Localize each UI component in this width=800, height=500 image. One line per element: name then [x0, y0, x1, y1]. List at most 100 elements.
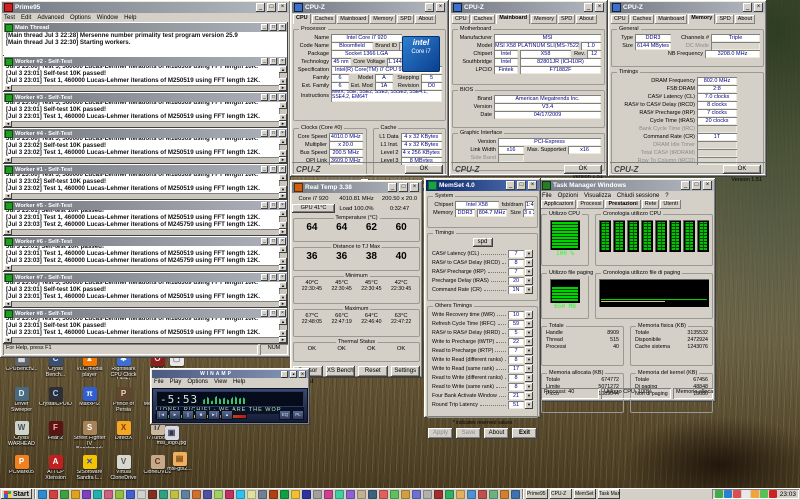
desktop-icon-crysis-warhead[interactable]: WCrysis WARHEAD: [5, 421, 38, 447]
chevron-down-icon[interactable]: ▼: [525, 268, 533, 276]
quicklaunch-icon[interactable]: [214, 490, 223, 499]
vertical-scrollbar[interactable]: ▲▼: [279, 138, 287, 157]
tab-caches[interactable]: Caches: [630, 15, 655, 24]
tray-icon[interactable]: [751, 490, 759, 498]
playlist-button[interactable]: PL: [292, 410, 304, 420]
minimize-icon[interactable]: _: [584, 3, 593, 12]
tab-about[interactable]: About: [576, 15, 596, 24]
horizontal-scrollbar[interactable]: ◄►: [4, 301, 287, 307]
minimize-icon[interactable]: _: [261, 58, 268, 65]
quicklaunch-icon[interactable]: [181, 490, 190, 499]
chevron-down-icon[interactable]: ▼: [525, 277, 533, 285]
tab-cpu[interactable]: CPU: [293, 14, 311, 24]
quicklaunch-icon[interactable]: [357, 490, 366, 499]
maximize-icon[interactable]: □: [270, 166, 277, 173]
scroll-up-icon[interactable]: ▲: [279, 138, 287, 145]
minimize-icon[interactable]: _: [681, 181, 690, 190]
maximize-icon[interactable]: □: [692, 181, 701, 190]
scroll-right-icon[interactable]: ►: [279, 301, 287, 307]
quicklaunch-icon[interactable]: [269, 490, 278, 499]
menu-item-help[interactable]: Help: [233, 379, 245, 385]
vertical-scrollbar[interactable]: ▲▼: [279, 282, 287, 301]
eject-button[interactable]: ▲: [221, 410, 233, 420]
prev-button[interactable]: |◄: [156, 410, 168, 420]
quicklaunch-icon[interactable]: [148, 490, 157, 499]
desktop-icon-ati-cp-xtension[interactable]: AATI CP Xtension: [39, 455, 72, 481]
quicklaunch-icon[interactable]: [478, 490, 487, 499]
close-icon[interactable]: ×: [279, 94, 286, 101]
maximize-icon[interactable]: □: [270, 94, 277, 101]
quicklaunch-icon[interactable]: [291, 490, 300, 499]
menu-item-chiudi-sessione[interactable]: Chiudi sessione: [617, 193, 659, 199]
tab-cpu[interactable]: CPU: [452, 15, 470, 24]
xs-bench-button[interactable]: XS Bench: [326, 366, 356, 377]
tray-icon[interactable]: [724, 490, 732, 498]
ok-button[interactable]: OK: [564, 165, 602, 174]
quicklaunch-icon[interactable]: [247, 490, 256, 499]
vertical-scrollbar[interactable]: ▲▼: [279, 102, 287, 121]
tab-memory[interactable]: Memory: [370, 15, 396, 24]
tab-about[interactable]: About: [415, 15, 435, 24]
scroll-up-icon[interactable]: ▲: [279, 282, 287, 289]
close-icon[interactable]: ×: [279, 58, 286, 65]
scroll-down-icon[interactable]: ▼: [279, 78, 287, 85]
worker-8-self-test-titlebar[interactable]: Worker #8 - Self-Test_□×: [4, 309, 287, 318]
scroll-down-icon[interactable]: ▼: [279, 330, 287, 337]
tab-spd[interactable]: SPD: [716, 15, 733, 24]
horizontal-scrollbar[interactable]: ◄►: [4, 85, 287, 91]
scroll-right-icon[interactable]: ►: [279, 229, 287, 235]
next-button[interactable]: ►|: [208, 410, 220, 420]
quicklaunch-icon[interactable]: [324, 490, 333, 499]
scroll-up-icon[interactable]: ▲: [279, 174, 287, 181]
scroll-down-icon[interactable]: ▼: [279, 222, 287, 229]
minimize-icon[interactable]: _: [388, 183, 397, 192]
horizontal-scrollbar[interactable]: ◄►: [4, 121, 287, 127]
tray-icon[interactable]: [769, 490, 777, 498]
tab-mainboard[interactable]: Mainboard: [496, 14, 530, 24]
about-button[interactable]: About: [484, 428, 509, 439]
tray-icon[interactable]: [733, 490, 741, 498]
scroll-left-icon[interactable]: ◄: [4, 193, 12, 199]
tray-icon[interactable]: [742, 490, 750, 498]
quicklaunch-icon[interactable]: [467, 490, 476, 499]
tab-processi[interactable]: Processi: [577, 200, 604, 209]
quicklaunch-icon[interactable]: [423, 490, 432, 499]
desktop-icon-driver-sweeper[interactable]: DDriver Sweeper: [5, 387, 38, 413]
menu-item-test[interactable]: Test: [4, 15, 15, 21]
chevron-down-icon[interactable]: ▼: [525, 259, 533, 267]
quicklaunch-icon[interactable]: [192, 490, 201, 499]
close-icon[interactable]: ×: [279, 166, 286, 173]
menu-item-options[interactable]: Options: [187, 379, 208, 385]
menu-item-file[interactable]: File: [154, 379, 164, 385]
menu-item-edit[interactable]: Edit: [21, 15, 31, 21]
scroll-left-icon[interactable]: ◄: [4, 121, 12, 127]
quicklaunch-icon[interactable]: [313, 490, 322, 499]
chevron-down-icon[interactable]: ▼: [525, 383, 533, 391]
maximize-icon[interactable]: □: [270, 310, 277, 317]
chevron-down-icon[interactable]: ▼: [525, 365, 533, 373]
quicklaunch-icon[interactable]: [225, 490, 234, 499]
desktop-icon-crystalcpuid[interactable]: CCrystalCPUID: [39, 387, 72, 408]
tab-caches[interactable]: Caches: [312, 15, 337, 24]
tab-spd[interactable]: SPD: [397, 15, 414, 24]
taskbar-button-prime95[interactable]: Prime95: [526, 489, 548, 499]
scroll-down-icon[interactable]: ▼: [279, 258, 287, 265]
scroll-right-icon[interactable]: ►: [279, 265, 287, 271]
save-button[interactable]: Save: [456, 428, 481, 439]
quicklaunch-icon[interactable]: [71, 490, 80, 499]
settings-button[interactable]: Settings: [391, 366, 421, 377]
quicklaunch-icon[interactable]: [456, 490, 465, 499]
quicklaunch-icon[interactable]: [445, 490, 454, 499]
desktop-icon-street-fighter-iv-benchmark[interactable]: SStreet Fighter IV Benchmark: [73, 421, 106, 448]
scroll-left-icon[interactable]: ◄: [4, 85, 12, 91]
tab-rete[interactable]: Rete: [642, 200, 660, 209]
menu-item-item[interactable]: ?: [665, 193, 668, 199]
stop-button[interactable]: ■: [195, 410, 207, 420]
memset-titlebar[interactable]: MemSet 4.0 _ □ ×: [426, 180, 539, 191]
desktop-icon-fear-2[interactable]: FFear 2: [39, 421, 72, 442]
quicklaunch-icon[interactable]: [159, 490, 168, 499]
quicklaunch-icon[interactable]: [390, 490, 399, 499]
tab-mainboard[interactable]: Mainboard: [337, 15, 369, 24]
scroll-up-icon[interactable]: ▲: [279, 66, 287, 73]
close-icon[interactable]: ×: [410, 183, 419, 192]
